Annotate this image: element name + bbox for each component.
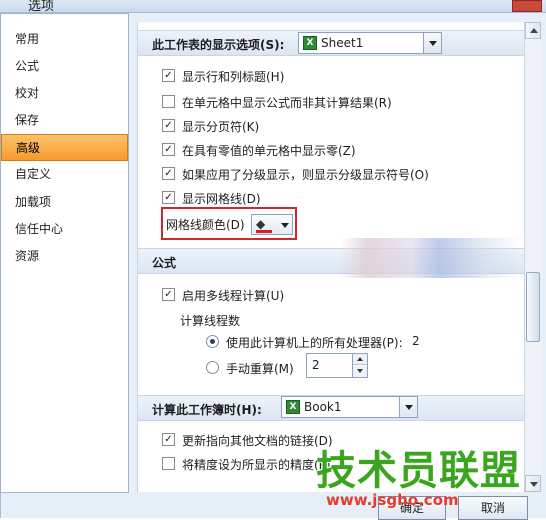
chevron-down-icon[interactable] (399, 397, 417, 417)
spinner-buttons (352, 354, 367, 377)
spinner-value: 2 (312, 358, 320, 372)
chevron-down-icon (281, 223, 289, 228)
excel-sheet-icon: X (303, 36, 317, 50)
radio-unselected[interactable] (206, 361, 219, 374)
option-label: 显示分页符(K) (182, 120, 260, 134)
gridline-color-highlight: 网格线颜色(D) ◆ (161, 207, 297, 240)
watermark-band (340, 238, 520, 278)
radio-label: 使用此计算机上的所有处理器(P): (226, 336, 403, 350)
sheet-select-value: Sheet1 (321, 36, 364, 50)
radio-label: 手动重算(M) (226, 362, 294, 376)
formula-section-label: 公式 (152, 256, 177, 270)
title-bar: 选项 (0, 0, 546, 14)
spinner-up-icon[interactable] (353, 354, 367, 365)
vertical-scrollbar[interactable] (524, 22, 541, 492)
checkbox-checked[interactable]: ✓ (162, 143, 175, 156)
book-select-value: Book1 (304, 400, 342, 414)
option-label: 在具有零值的单元格中显示零(Z) (182, 144, 356, 158)
nav-item-common[interactable]: 常用 (1, 26, 128, 53)
scroll-down-icon[interactable] (525, 475, 541, 492)
options-nav: 常用 公式 校对 保存 高级 自定义 加载项 信任中心 资源 (0, 13, 129, 493)
checkbox-checked[interactable]: ✓ (162, 433, 175, 446)
option-label: 显示网格线(D) (182, 192, 261, 206)
nav-item-formulas[interactable]: 公式 (1, 53, 128, 80)
paint-bucket-icon: ◆ (256, 217, 266, 231)
option-label: 将精度设为所显示的精度(P) (182, 458, 331, 472)
worksheet-display-header: 此工作表的显示选项(S): X Sheet1 (138, 30, 524, 56)
nav-item-resources[interactable]: 资源 (1, 243, 128, 270)
close-button[interactable] (512, 0, 542, 12)
excel-book-icon: X (286, 400, 300, 414)
book-select[interactable]: X Book1 (281, 396, 418, 418)
radio-selected[interactable] (206, 335, 219, 348)
checkbox-checked[interactable]: ✓ (162, 69, 175, 82)
nav-item-save[interactable]: 保存 (1, 107, 128, 134)
gridline-color-label: 网格线颜色(D) (166, 218, 245, 232)
checkbox-checked[interactable]: ✓ (162, 119, 175, 132)
checkbox-unchecked[interactable] (162, 457, 175, 470)
checkbox-checked[interactable]: ✓ (162, 288, 175, 301)
watermark-url: www.jsgho.com (326, 491, 459, 509)
option-label: 如果应用了分级显示，则显示分级显示符号(O) (182, 168, 429, 182)
checkbox-checked[interactable]: ✓ (162, 191, 175, 204)
watermark-text: 技术员联盟 (316, 448, 521, 494)
gridline-color-button[interactable]: ◆ (251, 214, 293, 235)
window-title: 选项 (28, 0, 55, 14)
option-label: 显示行和列标题(H) (182, 70, 285, 84)
scroll-up-icon[interactable] (525, 22, 541, 39)
site-watermark: 技术员联盟 www.jsgho.com (316, 449, 526, 515)
sheet-select[interactable]: X Sheet1 (298, 32, 442, 54)
thread-count-label: 计算线程数 (180, 314, 241, 328)
spinner-down-icon[interactable] (353, 366, 367, 377)
option-label: 在单元格中显示公式而非其计算结果(R) (182, 96, 392, 110)
checkbox-unchecked[interactable] (162, 95, 175, 108)
option-label: 更新指向其他文档的链接(D) (182, 434, 333, 448)
nav-item-advanced[interactable]: 高级 (1, 134, 128, 161)
nav-item-proofing[interactable]: 校对 (1, 80, 128, 107)
chevron-down-icon[interactable] (423, 33, 441, 53)
workbook-calc-label: 计算此工作簿时(H): (152, 403, 262, 417)
nav-item-trust-center[interactable]: 信任中心 (1, 216, 128, 243)
nav-item-addins[interactable]: 加载项 (1, 189, 128, 216)
option-label: 启用多线程计算(U) (182, 289, 285, 303)
checkbox-checked[interactable]: ✓ (162, 167, 175, 180)
manual-thread-spinner[interactable]: 2 (306, 353, 368, 378)
scroll-thumb[interactable] (526, 272, 540, 342)
color-swatch (256, 230, 272, 233)
processor-count: 2 (412, 334, 420, 348)
workbook-calc-header: 计算此工作簿时(H): X Book1 (138, 395, 524, 421)
nav-item-customize[interactable]: 自定义 (1, 161, 128, 188)
worksheet-display-label: 此工作表的显示选项(S): (152, 38, 285, 52)
